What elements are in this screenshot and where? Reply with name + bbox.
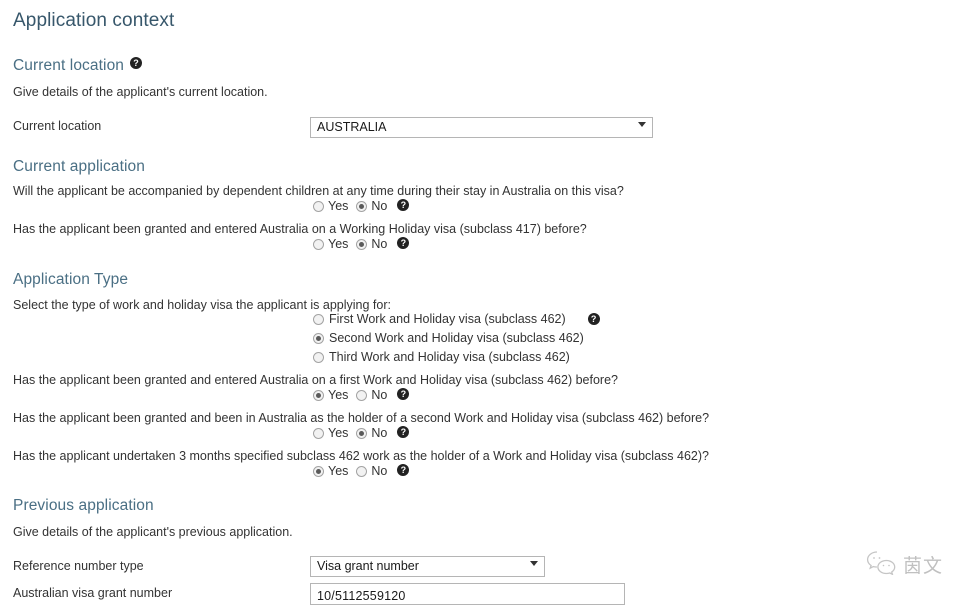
page-title: Application context — [13, 10, 175, 31]
australian-visa-grant-number-value: 10/5112559120 — [317, 589, 406, 603]
radio-dependent-children-no-label: No — [371, 199, 388, 213]
question-first-462-entered: Has the applicant been granted and enter… — [13, 373, 618, 387]
previous-application-description: Give details of the applicant's previous… — [13, 525, 293, 539]
section-heading-current-application: Current application — [13, 158, 145, 175]
option-second-work-holiday-visa[interactable]: Second Work and Holiday visa (subclass 4… — [313, 331, 584, 346]
radio-third-work-holiday-visa[interactable] — [313, 352, 324, 363]
reference-number-type-label: Reference number type — [13, 559, 144, 573]
section-heading-current-location: Current location? — [13, 56, 143, 76]
help-circle-icon[interactable]: ? — [397, 464, 410, 476]
radio-working-holiday-417-no-label: No — [371, 237, 388, 251]
radio-working-holiday-417-yes-label: Yes — [328, 237, 349, 251]
radio-second-462-holder-no-label: No — [371, 426, 388, 440]
radio-dependent-children-yes-label: Yes — [328, 199, 349, 213]
reference-number-type-select[interactable]: Visa grant number — [310, 556, 545, 577]
question-working-holiday-417: Has the applicant been granted and enter… — [13, 222, 587, 236]
radio-3-months-specified-work-no[interactable] — [356, 465, 368, 477]
question-3-months-specified-work: Has the applicant undertaken 3 months sp… — [13, 449, 709, 463]
option-first-work-holiday-visa[interactable]: First Work and Holiday visa (subclass 46… — [313, 312, 600, 327]
radio-3-months-specified-work-no-label: No — [371, 464, 388, 478]
watermark-text: 茵文 — [903, 555, 944, 577]
option-first-work-holiday-visa-label: First Work and Holiday visa (subclass 46… — [329, 312, 566, 326]
radio-working-holiday-417-no[interactable] — [356, 238, 368, 250]
section-heading-previous-application: Previous application — [13, 497, 154, 514]
radio-second-462-holder-yes[interactable] — [313, 427, 324, 439]
radio-first-462-entered-no[interactable] — [356, 389, 368, 401]
radio-first-work-holiday-visa[interactable] — [313, 314, 324, 325]
help-circle-icon[interactable]: ? — [397, 199, 410, 211]
section-heading-current-location-label: Current location — [13, 57, 125, 74]
chevron-down-icon — [638, 122, 646, 127]
australian-visa-grant-number-input[interactable]: 10/5112559120 — [310, 583, 625, 605]
australian-visa-grant-number-label: Australian visa grant number — [13, 586, 173, 600]
option-second-work-holiday-visa-label: Second Work and Holiday visa (subclass 4… — [329, 331, 584, 345]
help-circle-icon[interactable]: ? — [587, 312, 600, 325]
reference-number-type-value: Visa grant number — [317, 559, 419, 573]
option-third-work-holiday-visa-label: Third Work and Holiday visa (subclass 46… — [329, 350, 570, 364]
radio-3-months-specified-work-yes[interactable] — [313, 465, 324, 477]
radio-group-dependent-children: Yes No ? — [313, 199, 410, 213]
radio-dependent-children-no[interactable] — [356, 200, 368, 212]
help-circle-icon[interactable]: ? — [397, 388, 410, 400]
current-location-field-label: Current location — [13, 119, 102, 133]
chevron-down-icon — [530, 561, 538, 566]
option-third-work-holiday-visa[interactable]: Third Work and Holiday visa (subclass 46… — [313, 350, 570, 365]
radio-working-holiday-417-yes[interactable] — [313, 238, 324, 250]
radio-group-working-holiday-417: Yes No ? — [313, 237, 410, 251]
application-context-form-page: Application context Current location? Gi… — [0, 0, 974, 609]
current-location-select-value: AUSTRALIA — [317, 120, 387, 134]
section-heading-application-type: Application Type — [13, 271, 129, 288]
help-circle-icon[interactable]: ? — [397, 426, 410, 438]
wechat-logo-icon — [866, 549, 896, 580]
radio-second-462-holder-yes-label: Yes — [328, 426, 349, 440]
radio-first-462-entered-yes-label: Yes — [328, 388, 349, 402]
help-circle-icon[interactable]: ? — [397, 237, 410, 249]
radio-second-work-holiday-visa[interactable] — [313, 333, 324, 344]
current-location-description: Give details of the applicant's current … — [13, 85, 268, 99]
radio-3-months-specified-work-yes-label: Yes — [328, 464, 349, 478]
radio-dependent-children-yes[interactable] — [313, 200, 324, 212]
radio-first-462-entered-no-label: No — [371, 388, 388, 402]
application-type-prompt: Select the type of work and holiday visa… — [13, 298, 391, 312]
radio-group-first-462-entered: Yes No ? — [313, 388, 410, 402]
question-second-462-holder: Has the applicant been granted and been … — [13, 411, 710, 425]
current-location-select[interactable]: AUSTRALIA — [310, 117, 653, 138]
question-dependent-children: Will the applicant be accompanied by dep… — [13, 184, 624, 198]
watermark: 茵文 — [866, 549, 943, 580]
help-circle-icon[interactable]: ? — [130, 56, 143, 69]
radio-group-3-months-specified-work: Yes No ? — [313, 464, 410, 478]
radio-group-second-462-holder: Yes No ? — [313, 426, 410, 440]
radio-second-462-holder-no[interactable] — [356, 427, 368, 439]
radio-first-462-entered-yes[interactable] — [313, 389, 324, 401]
